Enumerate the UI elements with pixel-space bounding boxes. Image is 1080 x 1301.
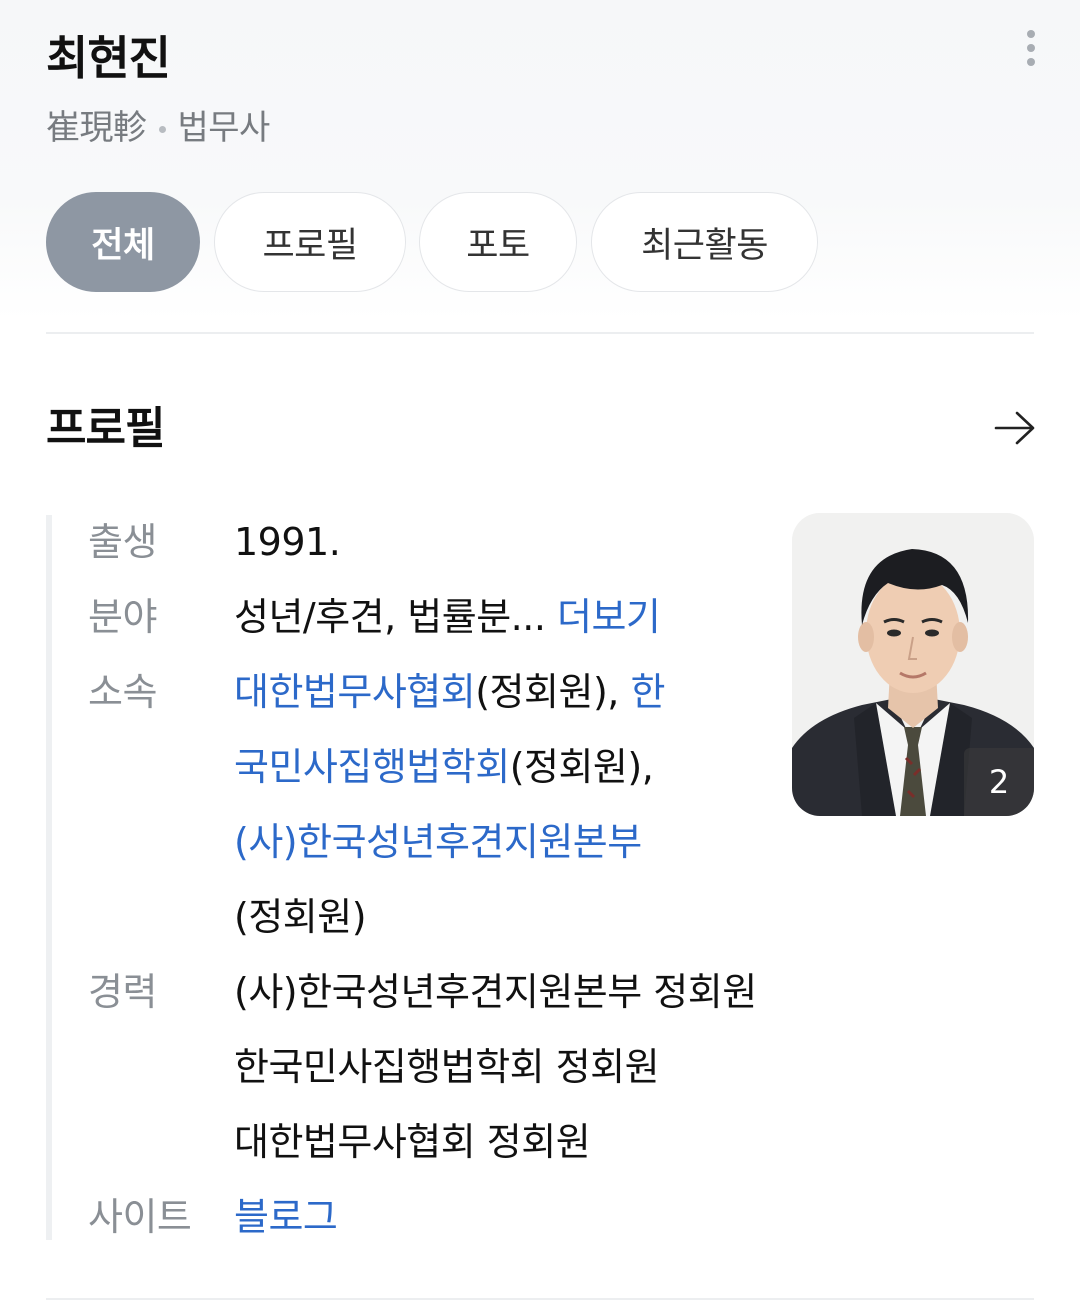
bottom-divider: [46, 1298, 1034, 1300]
org-link-2-part1[interactable]: 한: [630, 670, 665, 714]
org-suffix-2: (정회원),: [509, 745, 654, 789]
site-value: 블로그: [234, 1180, 788, 1255]
affiliation-value: 대한법무사협회(정회원), 한 국민사집행법학회(정회원), (사)한국성년후견…: [234, 655, 788, 955]
row-field: 분야 성년/후견, 법률분... 더보기: [88, 580, 788, 655]
birth-label: 출생: [88, 520, 157, 564]
photo-count-badge: 2: [964, 748, 1034, 816]
birth-value: 1991.: [234, 520, 341, 564]
career-item: 한국민사집행법학회 정회원: [234, 1045, 660, 1089]
section-title: 프로필: [46, 403, 165, 454]
field-label: 분야: [88, 595, 157, 639]
career-item: 대한법무사협회 정회원: [234, 1120, 591, 1164]
occupation: 법무사: [177, 108, 271, 148]
field-text: 성년/후견, 법률분...: [234, 595, 546, 639]
arrow-right-icon[interactable]: [992, 408, 1038, 448]
affiliation-label: 소속: [88, 670, 157, 714]
field-value: 성년/후견, 법률분... 더보기: [234, 580, 788, 655]
row-career: 경력 (사)한국성년후견지원본부 정회원 한국민사집행법학회 정회원 대한법무사…: [88, 955, 788, 1180]
tab-profile[interactable]: 프로필: [214, 192, 406, 292]
tab-all[interactable]: 전체: [46, 192, 200, 292]
profile-info: 출생 1991. 분야 성년/후견, 법률분... 더보기 소속 대한법무사협회…: [88, 505, 788, 1255]
org-suffix-3: (정회원): [234, 895, 367, 939]
career-value: (사)한국성년후견지원본부 정회원 한국민사집행법학회 정회원 대한법무사협회 …: [234, 955, 788, 1180]
org-suffix-1: (정회원),: [475, 670, 631, 714]
more-options-icon[interactable]: [1020, 30, 1042, 72]
org-link-2-part2[interactable]: 국민사집행법학회: [234, 745, 510, 789]
org-link-1[interactable]: 대한법무사협회: [234, 670, 476, 714]
field-more-link[interactable]: 더보기: [557, 595, 661, 639]
section-divider: [46, 332, 1034, 334]
profile-photo[interactable]: 2: [792, 513, 1034, 816]
row-birth: 출생 1991.: [88, 505, 788, 580]
org-link-3[interactable]: (사)한국성년후견지원본부: [234, 820, 642, 864]
tab-photo[interactable]: 포토: [419, 192, 577, 292]
person-subtitle: 崔現軫 법무사: [46, 100, 270, 149]
site-label: 사이트: [88, 1195, 192, 1239]
tab-recent-activity[interactable]: 최근활동: [591, 192, 818, 292]
hanja-name: 崔現軫: [46, 108, 147, 148]
career-label: 경력: [88, 970, 157, 1014]
separator-dot: [158, 126, 166, 133]
blog-link[interactable]: 블로그: [234, 1195, 338, 1239]
career-item: (사)한국성년후견지원본부 정회원: [234, 970, 757, 1014]
row-site: 사이트 블로그: [88, 1180, 788, 1255]
info-left-bar: [46, 515, 52, 1240]
person-name: 최현진: [46, 31, 171, 85]
row-affiliation: 소속 대한법무사협회(정회원), 한 국민사집행법학회(정회원), (사)한국성…: [88, 655, 788, 955]
